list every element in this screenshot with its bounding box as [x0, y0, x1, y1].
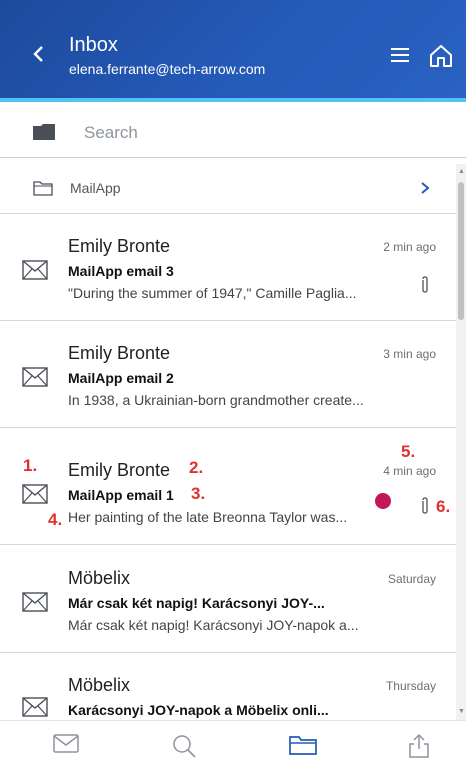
share-icon: [409, 733, 429, 758]
search-icon: [173, 735, 196, 758]
scroll-up-arrow[interactable]: ▲: [458, 168, 465, 176]
scroll-down-arrow[interactable]: ▼: [458, 708, 465, 716]
email-preview: In 1938, a Ukrainian-born grandmother cr…: [68, 392, 364, 408]
email-time: 3 min ago: [383, 347, 436, 361]
email-row[interactable]: Möbelix Thursday Karácsonyi JOY-napok a …: [0, 654, 456, 720]
nav-search[interactable]: [171, 733, 201, 759]
paperclip-icon: [422, 276, 428, 293]
email-sender: Emily Bronte: [68, 236, 171, 256]
annotation-5: 5.: [401, 442, 416, 461]
home-icon: [430, 45, 452, 67]
email-preview: Her painting of the late Breonna Taylor …: [68, 509, 348, 525]
annotation-2: 2.: [189, 458, 204, 477]
back-button[interactable]: [28, 40, 52, 68]
email-sender: Emily Bronte: [68, 343, 171, 363]
email-subject: MailApp email 3: [68, 263, 174, 279]
email-time: Thursday: [385, 679, 436, 693]
nav-share[interactable]: [406, 733, 436, 759]
email-subject: MailApp email 1: [68, 487, 174, 503]
scrollbar-thumb[interactable]: [458, 182, 464, 320]
envelope-icon: [22, 484, 48, 504]
nav-mail[interactable]: [52, 733, 82, 759]
search-bar: [0, 106, 466, 158]
email-subject: Már csak két napig! Karácsonyi JOY-...: [68, 595, 325, 611]
email-sender: Möbelix: [68, 675, 131, 695]
email-time: Saturday: [387, 572, 436, 586]
menu-button[interactable]: [389, 44, 411, 66]
annotation-6: 6.: [436, 497, 451, 516]
email-subject: MailApp email 2: [68, 370, 174, 386]
chevron-right-icon: [421, 182, 430, 194]
email-preview: Már csak két napig! Karácsonyi JOY-napok…: [68, 617, 359, 633]
annotation-3: 3.: [191, 484, 206, 503]
mail-icon: [53, 734, 79, 753]
app-header: Inbox elena.ferrante@tech-arrow.com: [0, 0, 466, 102]
email-row[interactable]: Möbelix Saturday Már csak két napig! Kar…: [0, 547, 456, 653]
home-button[interactable]: [428, 42, 454, 68]
envelope-icon: [22, 697, 48, 717]
email-row[interactable]: Emily Bronte 2 min ago MailApp email 3 "…: [0, 215, 456, 321]
annotation-4: 4.: [48, 510, 63, 529]
folder-label: MailApp: [70, 180, 121, 196]
folder-icon: [33, 124, 55, 140]
nav-folders[interactable]: [288, 733, 318, 759]
email-subject: Karácsonyi JOY-napok a Möbelix onli...: [68, 702, 329, 718]
envelope-icon: [22, 367, 48, 387]
folder-row-mailapp[interactable]: MailApp: [0, 164, 456, 214]
email-sender: Emily Bronte: [68, 460, 171, 480]
email-sender: Möbelix: [68, 568, 131, 588]
folder-icon: [289, 736, 317, 755]
email-row[interactable]: Emily Bronte 4 min ago MailApp email 1 H…: [0, 439, 456, 545]
email-preview: "During the summer of 1947," Camille Pag…: [68, 285, 357, 301]
email-time: 4 min ago: [383, 464, 436, 478]
folder-outline-icon: [33, 181, 53, 196]
scrollbar[interactable]: ▲ ▼: [456, 164, 466, 720]
envelope-icon: [22, 592, 48, 612]
paperclip-icon: [422, 497, 428, 514]
unread-indicator: [375, 493, 391, 509]
chevron-left-icon: [33, 46, 43, 62]
bottom-nav: [0, 720, 466, 769]
email-row[interactable]: Emily Bronte 3 min ago MailApp email 2 I…: [0, 322, 456, 428]
email-time: 2 min ago: [383, 240, 436, 254]
account-email: elena.ferrante@tech-arrow.com: [69, 61, 266, 77]
annotation-1: 1.: [23, 456, 38, 475]
envelope-icon: [22, 260, 48, 280]
page-title: Inbox: [69, 34, 118, 56]
hamburger-menu-icon: [391, 48, 409, 62]
search-input[interactable]: [84, 118, 424, 148]
